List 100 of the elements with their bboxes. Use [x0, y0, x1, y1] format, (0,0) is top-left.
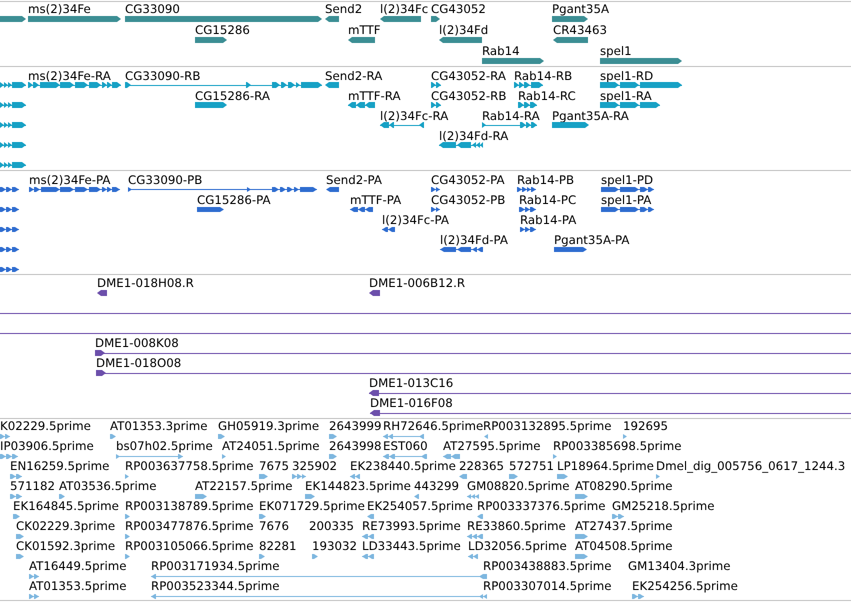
est-marker-arrow[interactable]: [329, 434, 337, 439]
est-marker-arrow[interactable]: [110, 434, 116, 439]
gene-model-arrow[interactable]: [552, 16, 588, 22]
est-marker-arrow[interactable]: [623, 434, 627, 439]
est-marker-arrow[interactable]: [16, 554, 24, 559]
protein-name-label: mTTF-PA: [350, 194, 402, 206]
protein-model-arrow[interactable]: [197, 207, 224, 212]
protein-name-label: Pgant35A-PA: [554, 234, 630, 246]
transcript-name-label: CG43052-RA: [431, 70, 506, 82]
gene-name-label: Send2: [325, 3, 362, 15]
transcript-model-arrow[interactable]: [195, 102, 227, 108]
est-name-label: RP003523344.5prime: [151, 580, 280, 592]
gene-name-label: mTTF: [348, 24, 380, 36]
est-marker-arrow[interactable]: [484, 434, 488, 439]
est-marker-arrow[interactable]: [125, 554, 130, 559]
gene-model-arrow[interactable]: [380, 16, 421, 22]
est-marker-arrow[interactable]: [553, 454, 557, 459]
est-name-label: RP003385698.5prime: [553, 440, 682, 452]
transcript-model-arrow[interactable]: [552, 122, 589, 128]
est-name-label: CK01592.3prime: [16, 540, 116, 552]
est-marker-arrow[interactable]: [259, 554, 265, 559]
protein-name-label: l(2)34Fc-PA: [382, 214, 449, 226]
gene-model-arrow[interactable]: [348, 37, 375, 43]
est-marker-arrow[interactable]: [16, 534, 24, 539]
est-marker-arrow[interactable]: [557, 474, 568, 479]
est-name-label: IP03906.5prime: [0, 440, 94, 452]
protein-model-arrow[interactable]: [554, 247, 587, 252]
est-name-label: 200335: [309, 520, 354, 532]
est-name-label: 571182: [10, 480, 56, 492]
est-marker-arrow[interactable]: [125, 474, 129, 479]
est-marker-arrow[interactable]: [259, 474, 268, 479]
est-name-label: K02229.5prime: [0, 420, 91, 432]
est-name-label: 325902: [292, 460, 338, 472]
est-name-label: RP003132895.5prime: [483, 420, 612, 432]
est-name-label: LP18964.5prime: [557, 460, 654, 472]
gene-model-arrow[interactable]: [325, 16, 339, 22]
est-name-label: bs07h02.5prime: [116, 440, 213, 452]
est-marker-arrow[interactable]: [656, 474, 660, 479]
est-name-label: LD32056.5prime: [468, 540, 567, 552]
est-marker-arrow[interactable]: [509, 474, 518, 479]
gene-model-arrow[interactable]: [553, 37, 588, 43]
est-marker-arrow[interactable]: [312, 554, 318, 559]
est-name-label: LD33443.5prime: [362, 540, 461, 552]
est-marker-arrow[interactable]: [477, 514, 483, 519]
gene-name-label: Pgant35A: [552, 3, 610, 15]
est-name-label: RP003171934.5prime: [151, 560, 280, 572]
est-marker-arrow[interactable]: [59, 494, 65, 499]
est-marker-arrow[interactable]: [575, 554, 588, 559]
est-marker-arrow[interactable]: [13, 514, 20, 519]
protein-name-label: Rab14-PA: [520, 214, 576, 226]
gene-model-arrow[interactable]: [195, 37, 227, 43]
clone-span-arrow[interactable]: [97, 290, 107, 296]
gene-name-label: CG43052: [431, 3, 486, 15]
gene-model-arrow[interactable]: [431, 16, 440, 22]
est-name-label: AT01353.5prime: [29, 580, 127, 592]
protein-name-label: CG43052-PB: [431, 194, 506, 206]
est-marker-arrow[interactable]: [575, 534, 588, 539]
est-name-label: 192695: [623, 420, 668, 432]
est-marker-arrow[interactable]: [414, 494, 419, 499]
est-name-label: EK238440.5prime: [350, 460, 456, 472]
clone-name-label: DME1-013C16: [369, 377, 454, 389]
est-marker-arrow[interactable]: [575, 494, 588, 499]
est-marker-arrow[interactable]: [367, 514, 374, 519]
gene-name-label: CG15286: [195, 24, 250, 36]
est-name-label: 82281: [259, 540, 297, 552]
clone-span-arrow[interactable]: [369, 290, 380, 296]
est-marker-arrow[interactable]: [259, 514, 266, 519]
est-marker-arrow[interactable]: [459, 474, 467, 479]
transcript-name-label: Send2-RA: [325, 70, 382, 82]
gene-model-arrow[interactable]: [439, 37, 482, 43]
protein-model-arrow[interactable]: [326, 187, 339, 192]
transcript-name-label: spel1-RA: [600, 90, 652, 102]
est-name-label: AT22157.5prime: [195, 480, 293, 492]
est-marker-arrow[interactable]: [218, 434, 225, 439]
protein-name-label: l(2)34Fd-PA: [440, 234, 508, 246]
est-marker-arrow[interactable]: [329, 454, 337, 459]
gene-name-label: CR43463: [553, 24, 607, 36]
gene-model-arrow[interactable]: [0, 16, 26, 22]
gene-name-label: l(2)34Fc: [380, 3, 428, 15]
protein-name-label: ms(2)34Fe-PA: [29, 174, 110, 186]
gene-model-arrow[interactable]: [482, 58, 544, 64]
transcript-name-label: Rab14-RA: [482, 110, 540, 122]
protein-name-label: Send2-PA: [326, 174, 382, 186]
est-name-label: AT16449.5prime: [29, 560, 127, 572]
est-marker-arrow[interactable]: [305, 494, 315, 499]
est-name-label: 7675: [259, 460, 290, 472]
transcript-name-label: CG33090-RB: [125, 70, 200, 82]
est-marker-arrow[interactable]: [125, 534, 130, 539]
transcript-name-label: l(2)34Fc-RA: [380, 110, 448, 122]
clone-name-label: DME1-008K08: [95, 337, 179, 349]
est-name-label: EK144823.5prime: [305, 480, 411, 492]
gene-name-label: Rab14: [482, 45, 520, 57]
clone-name-label: DME1-018H08.R: [97, 277, 194, 289]
est-name-label: AT01353.3prime: [110, 420, 208, 432]
transcript-model-arrow[interactable]: [325, 82, 339, 88]
est-marker-arrow[interactable]: [125, 514, 130, 519]
est-name-label: EK071729.5prime: [259, 500, 365, 512]
est-marker-arrow[interactable]: [222, 454, 226, 459]
est-marker-arrow[interactable]: [195, 494, 207, 499]
est-name-label: RP003438883.5prime: [483, 560, 612, 572]
